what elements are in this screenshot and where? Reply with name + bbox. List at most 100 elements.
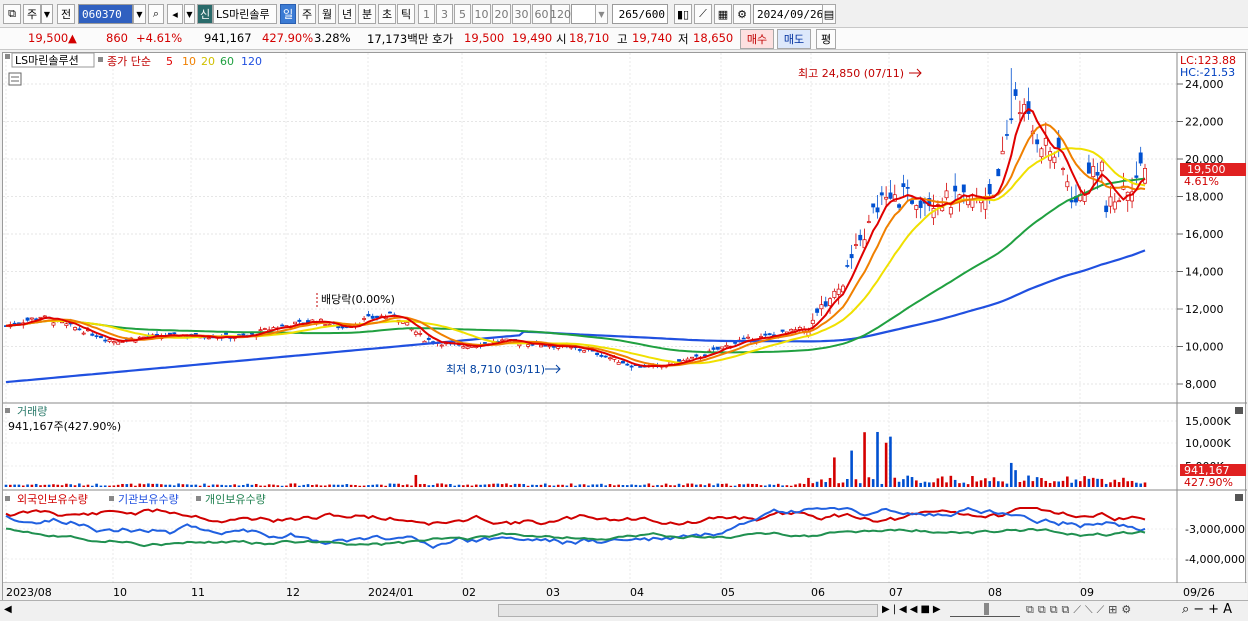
- interval-5[interactable]: 5: [454, 4, 471, 24]
- interval-60[interactable]: 60: [532, 4, 551, 24]
- tab-month[interactable]: 월: [318, 4, 336, 24]
- volume-bar: [535, 484, 538, 487]
- candle-body: [366, 314, 371, 317]
- candle-body: [832, 290, 837, 298]
- holding-panel-close-icon[interactable]: [1235, 494, 1243, 501]
- volume-bar: [466, 484, 469, 487]
- indicator-handle-icon[interactable]: [98, 57, 103, 62]
- volume-bar: [1014, 470, 1017, 487]
- volume-bar: [1053, 481, 1056, 487]
- search-icon[interactable]: ⌕: [148, 4, 164, 24]
- date-input[interactable]: 2024/09/26: [753, 4, 823, 24]
- volume-bar: [349, 484, 353, 487]
- y-tick-label: 14,000: [1185, 266, 1224, 279]
- candle-body: [500, 339, 505, 342]
- stock-name[interactable]: LS마린솔루: [213, 4, 277, 24]
- candle-body: [526, 344, 530, 347]
- zoom-controls[interactable]: ⌕−+A: [1182, 602, 1236, 617]
- volume-bar: [392, 483, 396, 487]
- volume-bar: [1074, 479, 1078, 487]
- calculator-icon[interactable]: [8, 72, 22, 86]
- volume-bar: [147, 483, 150, 487]
- calendar-icon[interactable]: ▤: [822, 4, 836, 24]
- volume-bar: [625, 485, 629, 487]
- volume-title: 거래량: [17, 405, 47, 418]
- speaker-icon[interactable]: ◂: [167, 4, 183, 24]
- volume-bar: [4, 484, 8, 487]
- prev-button[interactable]: 전: [57, 4, 75, 24]
- scroll-left-icon[interactable]: ◀: [4, 604, 12, 615]
- volume-bar: [720, 483, 724, 487]
- chevron-down-icon[interactable]: ▼: [595, 4, 608, 24]
- interval-120[interactable]: 120: [550, 4, 571, 24]
- drawing-tools-icons[interactable]: ⧉⧉⧉⧉⟋⟍⟋⊞⚙: [1026, 603, 1135, 617]
- candle-body: [1117, 200, 1122, 203]
- stock-code-input[interactable]: 060370: [78, 4, 133, 24]
- legend-handle-icon[interactable]: [196, 496, 201, 501]
- buy-button[interactable]: 매수: [740, 29, 774, 49]
- candle-body: [1035, 139, 1040, 145]
- candle-body: [961, 184, 966, 193]
- volume-panel-close-icon[interactable]: [1235, 407, 1243, 414]
- tab-week[interactable]: 주: [298, 4, 316, 24]
- candle-body: [944, 190, 949, 199]
- stock-chart[interactable]: 24,00022,00020,00018,00016,00014,00012,0…: [3, 52, 1247, 601]
- interval-1[interactable]: 1: [418, 4, 435, 24]
- eval-button[interactable]: 평: [816, 29, 836, 49]
- volume-bar: [543, 483, 547, 487]
- interval-30[interactable]: 30: [512, 4, 531, 24]
- chevron-down-icon[interactable]: ▼: [184, 4, 195, 24]
- candle-body: [599, 354, 604, 357]
- grid-icon[interactable]: ▦: [714, 4, 732, 24]
- candle-body: [167, 332, 172, 335]
- window-icon[interactable]: ⧉: [3, 4, 21, 24]
- chart-area[interactable]: 24,000 22,000 20,000 18,000 16,000 14,000 12,0…: [2, 52, 1247, 601]
- gear-icon[interactable]: ⚙: [733, 4, 751, 24]
- interval-3[interactable]: 3: [436, 4, 453, 24]
- volume-bar: [867, 477, 871, 487]
- candle-body: [819, 304, 824, 310]
- tab-second[interactable]: 초: [378, 4, 396, 24]
- code-dropdown-icon[interactable]: ▼: [133, 4, 146, 24]
- chevron-down-icon[interactable]: ▼: [41, 4, 53, 24]
- period-type-select[interactable]: 주: [23, 4, 41, 24]
- volume-bar: [52, 484, 55, 487]
- x-tick-label: 03: [546, 586, 560, 599]
- candle-icon[interactable]: ▮▯: [674, 4, 692, 24]
- tab-tick[interactable]: 틱: [397, 4, 415, 24]
- tab-minute[interactable]: 분: [358, 4, 376, 24]
- volume-bar: [436, 483, 439, 487]
- candle-body: [1138, 152, 1143, 164]
- volume-bar: [647, 483, 651, 487]
- tab-year[interactable]: 년: [338, 4, 356, 24]
- volume-bar: [194, 484, 198, 487]
- candlesticks: [4, 68, 1147, 371]
- volume-tick-label: 10,000K: [1185, 437, 1231, 450]
- line-tool-icon[interactable]: ⟋: [694, 4, 712, 24]
- scroll-thumb[interactable]: [498, 604, 878, 617]
- playback-controls[interactable]: ▶|◀◀■▶: [882, 604, 944, 615]
- volume-bar: [95, 483, 98, 487]
- volume-bar: [410, 485, 413, 487]
- volume-bar: [789, 485, 793, 487]
- volume-bar: [587, 485, 590, 487]
- volume-bar: [65, 483, 68, 487]
- legend-handle-icon[interactable]: [109, 496, 114, 501]
- candle-body: [77, 328, 82, 331]
- sell-button[interactable]: 매도: [777, 29, 811, 49]
- tab-day[interactable]: 일: [280, 4, 296, 24]
- interval-10[interactable]: 10: [472, 4, 491, 24]
- volume-bar: [906, 475, 910, 487]
- zoom-slider-handle[interactable]: [984, 603, 989, 615]
- volume-bar: [884, 442, 888, 487]
- volume-bar: [259, 485, 262, 487]
- legend-individual: 개인보유수량: [205, 493, 266, 506]
- interval-20[interactable]: 20: [492, 4, 511, 24]
- holding-handle-icon[interactable]: [5, 496, 10, 501]
- volume-handle-icon[interactable]: [5, 408, 10, 413]
- volume-bar: [56, 484, 60, 487]
- volume-bar: [802, 483, 806, 487]
- count-input[interactable]: 265/600: [612, 4, 668, 24]
- indicator-label[interactable]: 종가 단순: [107, 55, 151, 68]
- panel-handle-icon[interactable]: [5, 54, 10, 59]
